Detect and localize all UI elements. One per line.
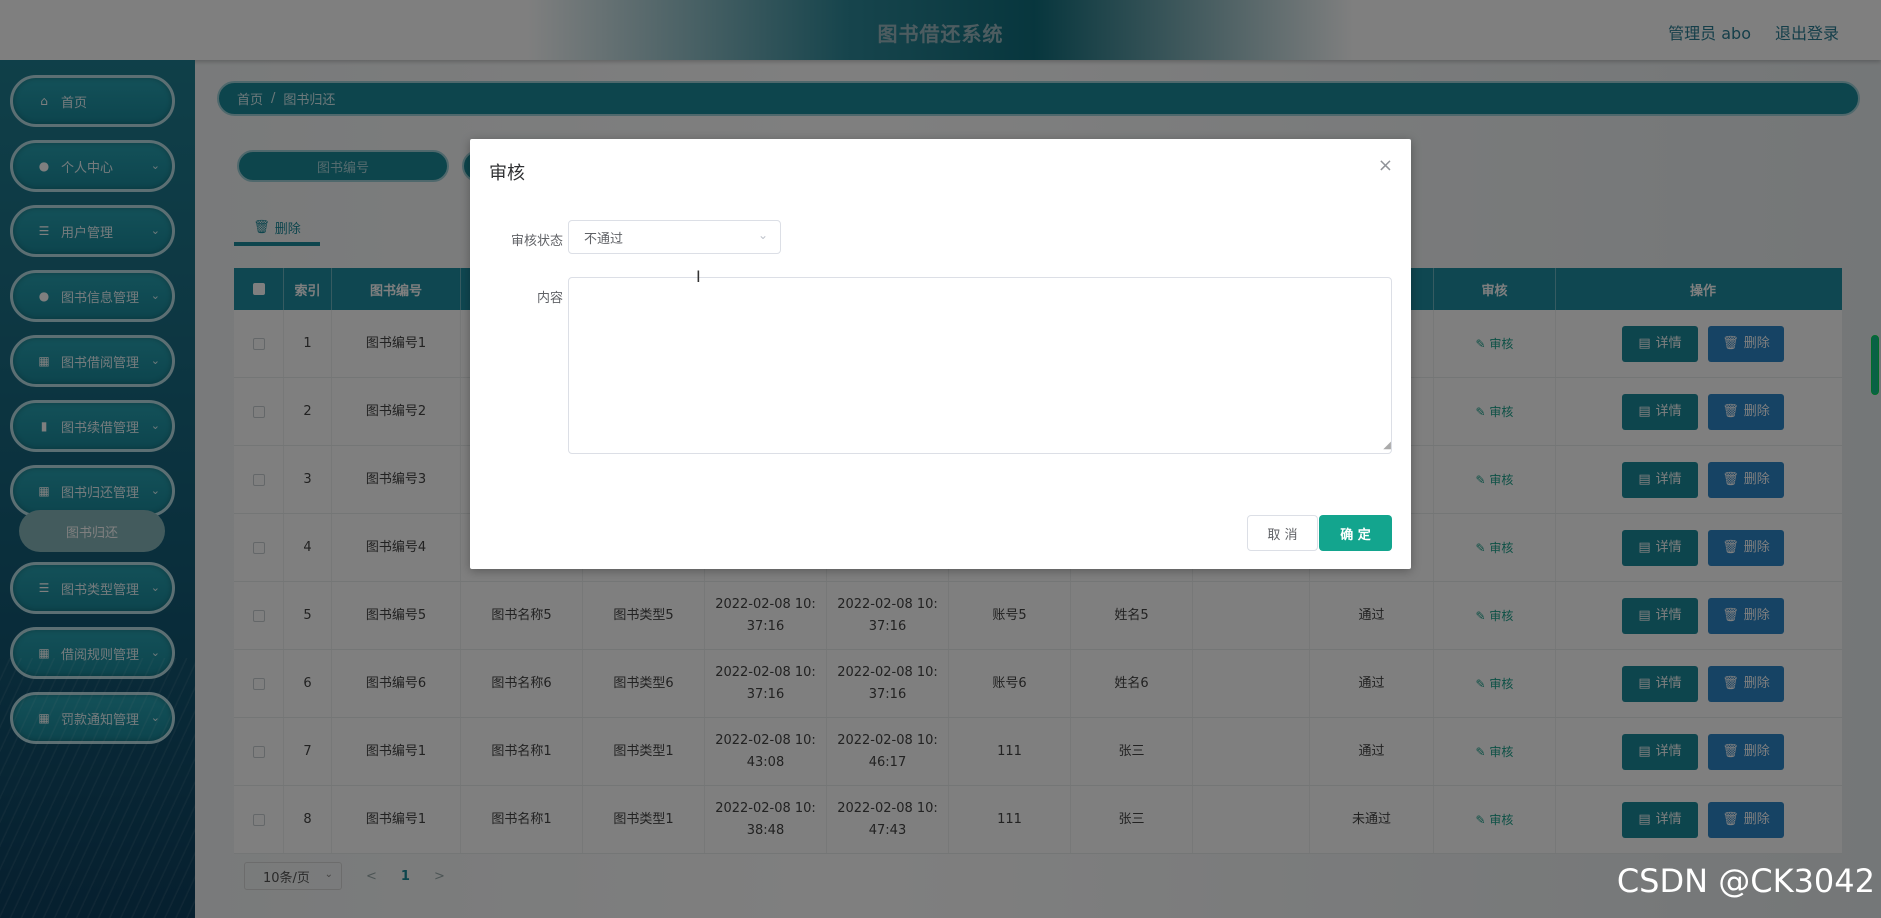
content-label: 内容	[536, 291, 563, 306]
resize-handle-icon[interactable]: ◢	[1383, 441, 1391, 451]
text-cursor-icon: I	[696, 267, 701, 286]
chevron-down-icon: ⌄	[757, 228, 768, 242]
cancel-button[interactable]: 取 消	[1247, 515, 1318, 551]
confirm-button[interactable]: 确 定	[1319, 515, 1392, 551]
watermark: CSDN @CK3042	[1616, 862, 1875, 900]
dialog-title: 审核	[489, 163, 525, 184]
close-icon[interactable]: ×	[1378, 155, 1393, 176]
content-textarea[interactable]	[568, 277, 1392, 454]
audit-status-label: 审核状态	[510, 234, 563, 249]
audit-status-select[interactable]: 不通过 ⌄	[568, 220, 781, 254]
audit-status-value: 不通过	[584, 231, 624, 247]
audit-dialog: 审核 × 审核状态 不通过 ⌄ 内容 ◢ I 取 消 确 定	[470, 139, 1411, 569]
